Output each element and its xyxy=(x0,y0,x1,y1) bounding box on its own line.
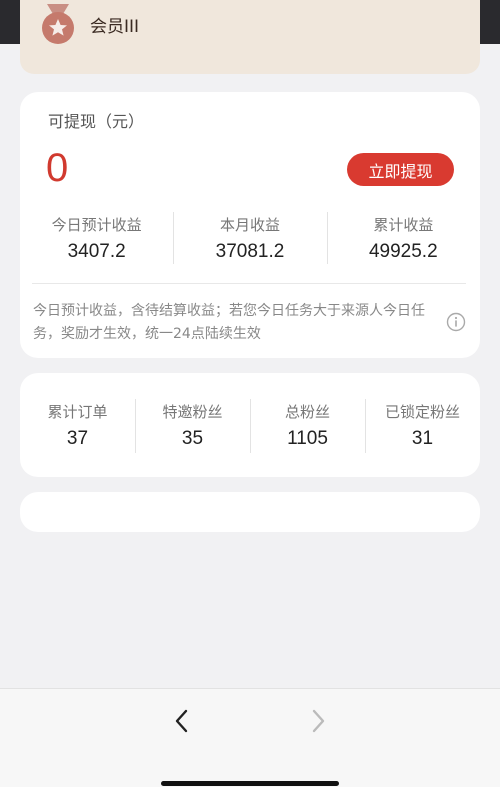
info-icon[interactable] xyxy=(446,312,466,332)
withdrawable-label: 可提现（元） xyxy=(48,112,145,131)
stat-value: 1105 xyxy=(287,428,328,449)
stat-label: 今日预计收益 xyxy=(51,216,142,234)
stat-label: 总粉丝 xyxy=(284,403,330,421)
stat-value: 37081.2 xyxy=(215,241,285,262)
member-level-label: 会员III xyxy=(90,17,140,37)
home-indicator xyxy=(161,781,339,786)
member-level-card[interactable]: 会员III xyxy=(20,0,480,74)
count-stat-orders[interactable]: 累计订单 37 xyxy=(20,399,135,450)
stat-value: 3407.2 xyxy=(67,241,126,262)
earnings-stats-row: 今日预计收益 3407.2 本月收益 37081.2 累计收益 49925.2 xyxy=(20,212,480,264)
empty-card xyxy=(20,492,480,532)
stat-label: 累计订单 xyxy=(47,403,108,421)
earnings-stat-month[interactable]: 本月收益 37081.2 xyxy=(173,212,326,264)
divider xyxy=(32,283,466,284)
earnings-card: 可提现（元） 0 立即提现 今日预计收益 3407.2 本月收益 37081.2… xyxy=(20,92,480,358)
stat-label: 本月收益 xyxy=(219,216,280,234)
earnings-stat-today[interactable]: 今日预计收益 3407.2 xyxy=(20,212,173,263)
count-stat-locked-fans[interactable]: 已锁定粉丝 31 xyxy=(365,399,480,453)
forward-arrow-icon[interactable] xyxy=(306,707,330,735)
stat-value: 35 xyxy=(181,428,204,449)
earnings-stat-total[interactable]: 累计收益 49925.2 xyxy=(326,212,480,264)
medal-star-icon xyxy=(42,4,74,44)
stat-value: 49925.2 xyxy=(368,241,438,262)
stat-label: 累计收益 xyxy=(373,216,434,234)
withdrawable-amount: 0 xyxy=(46,146,69,190)
stat-label: 特邀粉丝 xyxy=(162,403,223,421)
stat-value: 31 xyxy=(411,428,434,449)
back-arrow-icon[interactable] xyxy=(170,707,194,735)
browser-bottom-toolbar xyxy=(0,688,500,787)
fans-orders-card: 累计订单 37 特邀粉丝 35 总粉丝 1105 已锁定粉丝 31 xyxy=(20,373,480,477)
counts-stats-row: 累计订单 37 特邀粉丝 35 总粉丝 1105 已锁定粉丝 31 xyxy=(20,399,480,453)
stat-label: 已锁定粉丝 xyxy=(384,403,460,421)
stat-value: 37 xyxy=(66,428,89,449)
earnings-note: 今日预计收益，含待结算收益；若您今日任务大于来源人今日任务，奖励才生效，统一24… xyxy=(33,303,425,342)
withdraw-now-button[interactable]: 立即提现 xyxy=(347,153,454,186)
count-stat-invited-fans[interactable]: 特邀粉丝 35 xyxy=(135,399,250,453)
count-stat-total-fans[interactable]: 总粉丝 1105 xyxy=(250,399,365,453)
